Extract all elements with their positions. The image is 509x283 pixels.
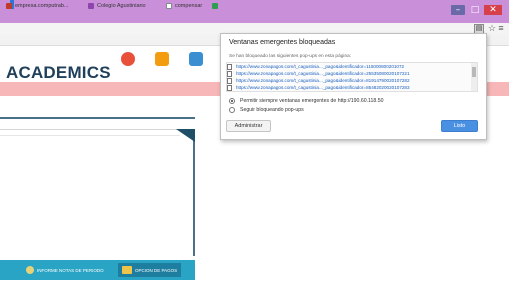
- content-divider: [0, 117, 195, 119]
- page-icon: [227, 63, 232, 70]
- bookmark-label: empresa.computrab...: [15, 2, 69, 9]
- coins-icon: [26, 266, 34, 274]
- radio-selected-icon[interactable]: [229, 98, 235, 104]
- bookmark-label: compensar: [175, 2, 203, 9]
- tab-label: INFORME NOTAS DE PERIODO: [37, 267, 104, 273]
- payments-icon[interactable]: [155, 52, 169, 66]
- blocked-link[interactable]: https://www.zonapagos.com/t_cagustinia..…: [227, 84, 410, 91]
- green-icon: [212, 2, 218, 9]
- minimize-button[interactable]: –: [451, 5, 465, 15]
- page-icon: [227, 84, 232, 91]
- radio-allow[interactable]: Permitir siempre ventanas emergentes de …: [229, 97, 384, 105]
- star-icon[interactable]: ☆: [487, 24, 497, 34]
- title-bar: [0, 0, 509, 23]
- browser-window: – □ ✕ ▤ ☆ ≡ empresa.computrab... Colegio…: [0, 0, 509, 283]
- blocked-url: https://www.zonapagos.com/t_cagustinia..…: [236, 78, 410, 83]
- wallet-icon: [122, 266, 132, 274]
- school-icon: [88, 2, 94, 9]
- popup-title: Ventanas emergentes bloqueadas: [229, 39, 336, 46]
- tab-label: OPCION DE PAGOS: [135, 267, 178, 273]
- radio-label: Permitir siempre ventanas emergentes de …: [240, 98, 384, 104]
- mail-icon: [6, 2, 12, 9]
- tab-payment-option[interactable]: OPCION DE PAGOS: [118, 263, 182, 277]
- page-icon: [227, 70, 232, 77]
- bookmark-colegio[interactable]: Colegio Agustiniano: [88, 0, 146, 11]
- menu-icon[interactable]: ≡: [497, 24, 505, 34]
- bookmark-empresa[interactable]: empresa.computrab...: [6, 0, 69, 11]
- blocked-url: https://www.zonapagos.com/t_cagustinia..…: [236, 71, 410, 76]
- blocked-url: https://www.zonapagos.com/t_cagustinia..…: [236, 85, 410, 90]
- panel-divider: [0, 135, 180, 136]
- page-icon: [166, 2, 172, 9]
- radio-label: Seguir bloqueando pop-ups: [240, 107, 304, 113]
- page-icon: [227, 77, 232, 84]
- bookmark-green[interactable]: [212, 0, 221, 11]
- radio-block[interactable]: Seguir bloqueando pop-ups: [229, 106, 304, 114]
- content-panel: [0, 129, 195, 256]
- site-brand: ACADEMICS: [6, 63, 111, 82]
- bookmark-compensar[interactable]: compensar: [166, 0, 202, 11]
- manage-button[interactable]: Administrar: [226, 120, 271, 132]
- blocked-url: https://www.zonapagos.com/t_cagustinia..…: [236, 64, 406, 69]
- radio-unselected-icon[interactable]: [229, 107, 235, 113]
- blocked-link[interactable]: https://www.zonapagos.com/t_cagustinia..…: [227, 77, 410, 84]
- documents-icon[interactable]: [189, 52, 203, 66]
- tab-grades-report[interactable]: INFORME NOTAS DE PERIODO: [26, 263, 104, 277]
- grades-icon[interactable]: [121, 52, 135, 66]
- popup-description: Se han bloqueado las siguientes pop-ups …: [229, 54, 352, 59]
- bookmark-label: Colegio Agustiniano: [97, 2, 146, 9]
- maximize-button[interactable]: □: [468, 5, 482, 15]
- done-button[interactable]: Listo: [441, 120, 478, 132]
- blocked-link[interactable]: https://www.zonapagos.com/t_cagustinia..…: [227, 70, 410, 77]
- scrollbar-thumb[interactable]: [472, 67, 476, 77]
- close-button[interactable]: ✕: [484, 5, 502, 15]
- blocked-link[interactable]: https://www.zonapagos.com/t_cagustinia..…: [227, 63, 405, 70]
